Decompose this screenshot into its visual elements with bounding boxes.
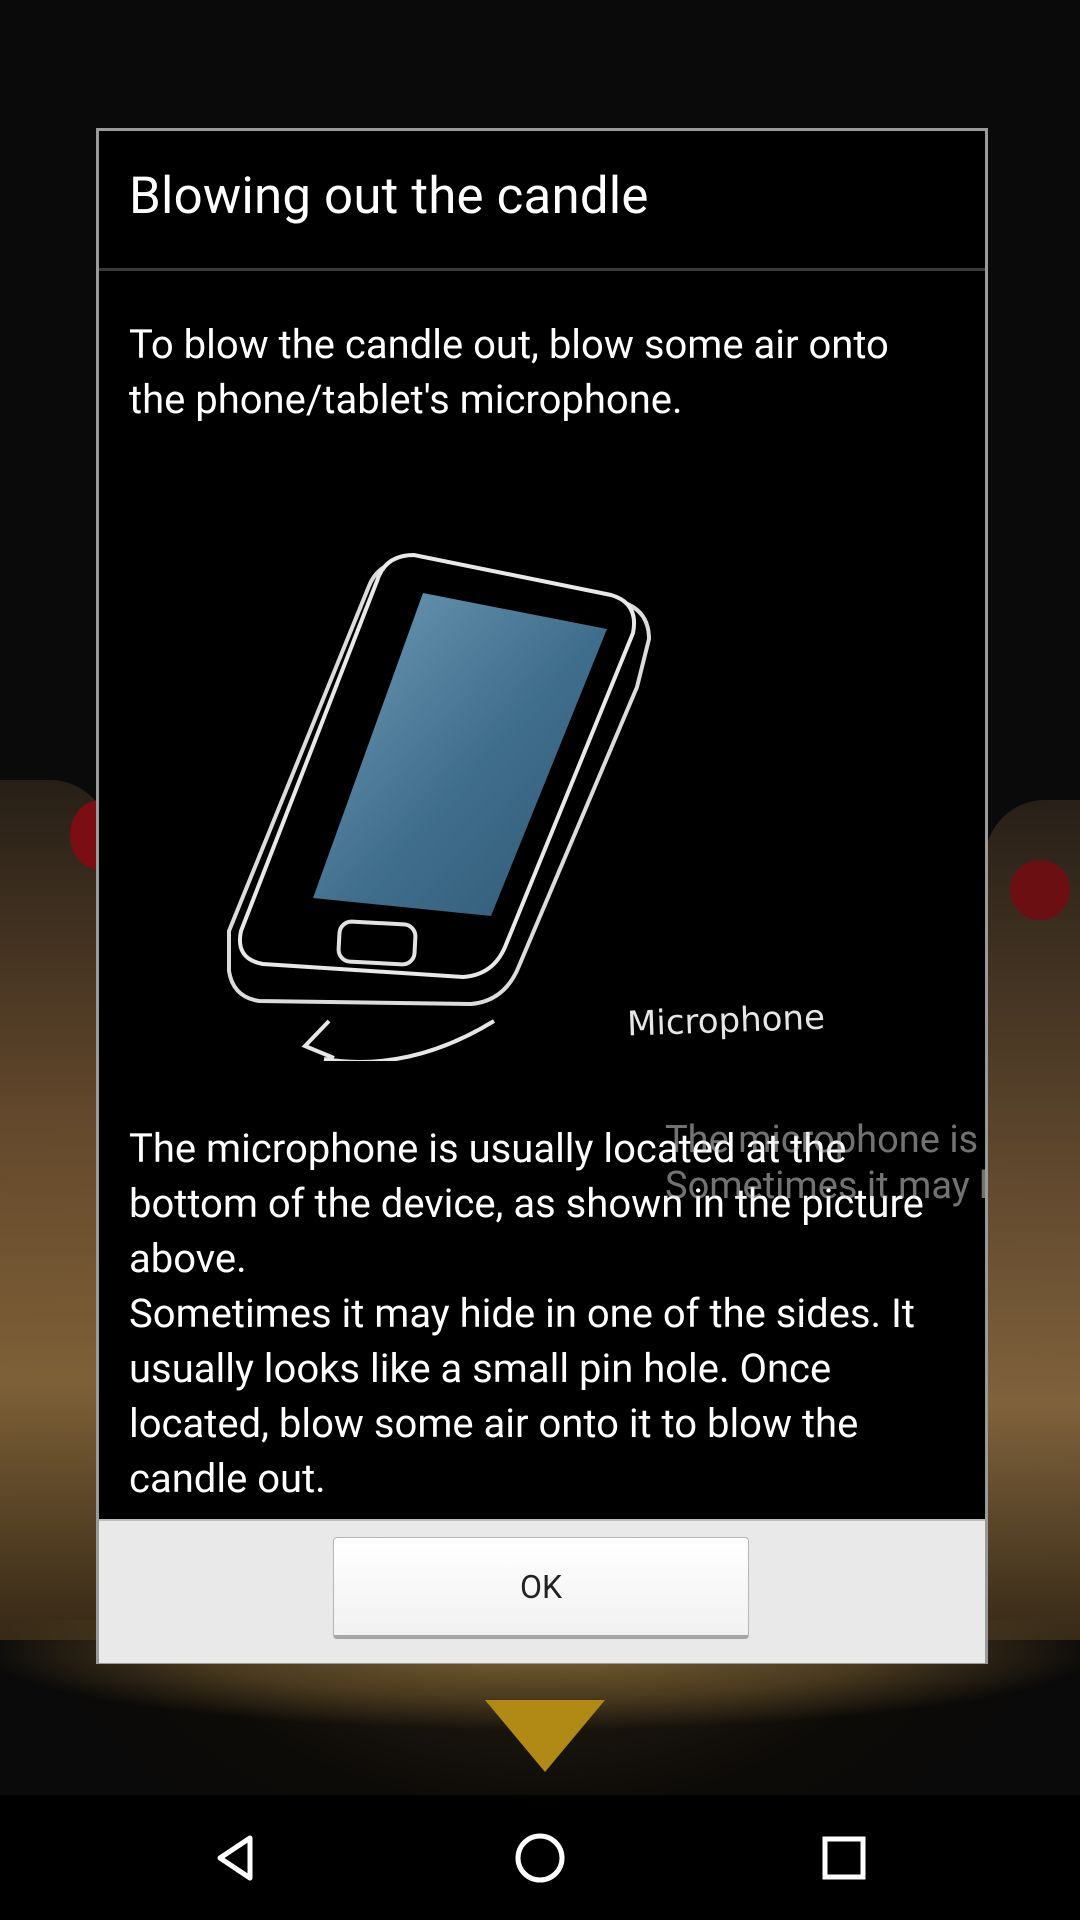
- arrow-down-icon: [485, 1700, 605, 1772]
- intro-text: To blow the candle out, blow some air on…: [129, 321, 889, 423]
- navigation-bar: [0, 1795, 1080, 1920]
- ok-button[interactable]: OK: [333, 1537, 749, 1639]
- berry-decoration: [1010, 860, 1070, 920]
- back-triangle-icon: [217, 1835, 253, 1880]
- recent-apps-button[interactable]: [784, 1795, 904, 1920]
- instructions-dialog: Blowing out the candle To blow the candl…: [96, 128, 988, 1664]
- body-paragraph: Sometimes it may hide in one of the side…: [129, 1290, 915, 1502]
- cake-edge-right: [985, 800, 1080, 1640]
- cake-edge-left: [0, 780, 110, 1640]
- overlapping-ghost-text: The microphone is usu Sometimes it may h…: [665, 1117, 985, 1209]
- divider: [99, 268, 985, 271]
- dialog-button-bar: OK: [99, 1519, 985, 1663]
- dialog-title: Blowing out the candle: [129, 167, 649, 226]
- home-button[interactable]: [480, 1795, 600, 1920]
- ghost-line: Sometimes it may hid: [665, 1164, 985, 1208]
- phone-illustration: [209, 461, 769, 1065]
- microphone-label: Microphone: [626, 997, 826, 1045]
- home-circle-icon: [515, 1833, 565, 1882]
- back-button[interactable]: [176, 1795, 296, 1920]
- microphone-arrow: [323, 1019, 496, 1064]
- ghost-line: The microphone is usu: [665, 1118, 985, 1162]
- recent-apps-square-icon: [822, 1836, 866, 1879]
